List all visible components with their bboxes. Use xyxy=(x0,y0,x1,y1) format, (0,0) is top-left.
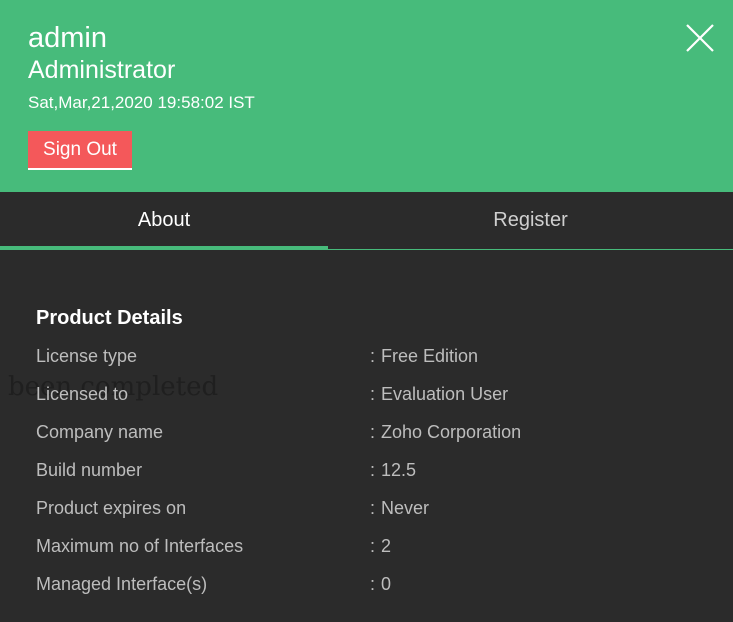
detail-value: : Evaluation User xyxy=(370,379,508,409)
detail-label: Maximum no of Interfaces xyxy=(36,536,244,556)
tab-about[interactable]: About xyxy=(0,192,328,250)
separator: : xyxy=(370,536,376,556)
about-content: Product Details License type : Free Editi… xyxy=(0,251,733,622)
tab-register[interactable]: Register xyxy=(328,192,733,249)
detail-label: Licensed to xyxy=(36,384,129,404)
user-role: Administrator xyxy=(28,56,176,84)
separator: : xyxy=(370,460,376,480)
detail-row-product-expires: Product expires on : Never xyxy=(36,493,696,523)
separator: : xyxy=(370,346,376,366)
detail-row-max-interfaces: Maximum no of Interfaces :2 xyxy=(36,531,696,561)
tab-bar: About Register xyxy=(0,192,733,250)
separator: : xyxy=(370,574,376,594)
detail-label: License type xyxy=(36,346,138,366)
detail-value: :12.5 xyxy=(370,455,416,485)
user-info-panel: been completed admin Administrator Sat,M… xyxy=(0,0,733,622)
detail-value: : Zoho Corporation xyxy=(370,417,521,447)
detail-value: : Free Edition xyxy=(370,341,478,371)
detail-value-text: Never xyxy=(381,498,430,518)
user-header: admin Administrator Sat,Mar,21,2020 19:5… xyxy=(0,0,733,192)
detail-label: Build number xyxy=(36,460,143,480)
detail-row-company-name: Company name : Zoho Corporation xyxy=(36,417,696,447)
user-name: admin xyxy=(28,22,107,54)
close-icon[interactable] xyxy=(684,22,716,54)
section-title: Product Details xyxy=(36,307,183,329)
separator: : xyxy=(370,384,376,404)
sign-out-button[interactable]: Sign Out xyxy=(28,131,132,170)
detail-label: Company name xyxy=(36,422,164,442)
detail-value-text: 0 xyxy=(381,574,392,594)
detail-label: Managed Interface(s) xyxy=(36,574,208,594)
detail-value-text: Free Edition xyxy=(381,346,479,366)
detail-row-licensed-to: Licensed to : Evaluation User xyxy=(36,379,696,409)
detail-value: : Never xyxy=(370,493,429,523)
detail-value: :0 xyxy=(370,569,391,599)
detail-row-managed-interfaces: Managed Interface(s) :0 xyxy=(36,569,696,599)
detail-value-text: 2 xyxy=(381,536,392,556)
separator: : xyxy=(370,498,376,518)
detail-value: :2 xyxy=(370,531,391,561)
detail-value-text: Evaluation User xyxy=(381,384,509,404)
session-timestamp: Sat,Mar,21,2020 19:58:02 IST xyxy=(28,93,255,112)
detail-row-build-number: Build number :12.5 xyxy=(36,455,696,485)
detail-value-text: Zoho Corporation xyxy=(381,422,522,442)
detail-label: Product expires on xyxy=(36,498,187,518)
detail-value-text: 12.5 xyxy=(381,460,417,480)
detail-row-license-type: License type : Free Edition xyxy=(36,341,696,371)
separator: : xyxy=(370,422,376,442)
